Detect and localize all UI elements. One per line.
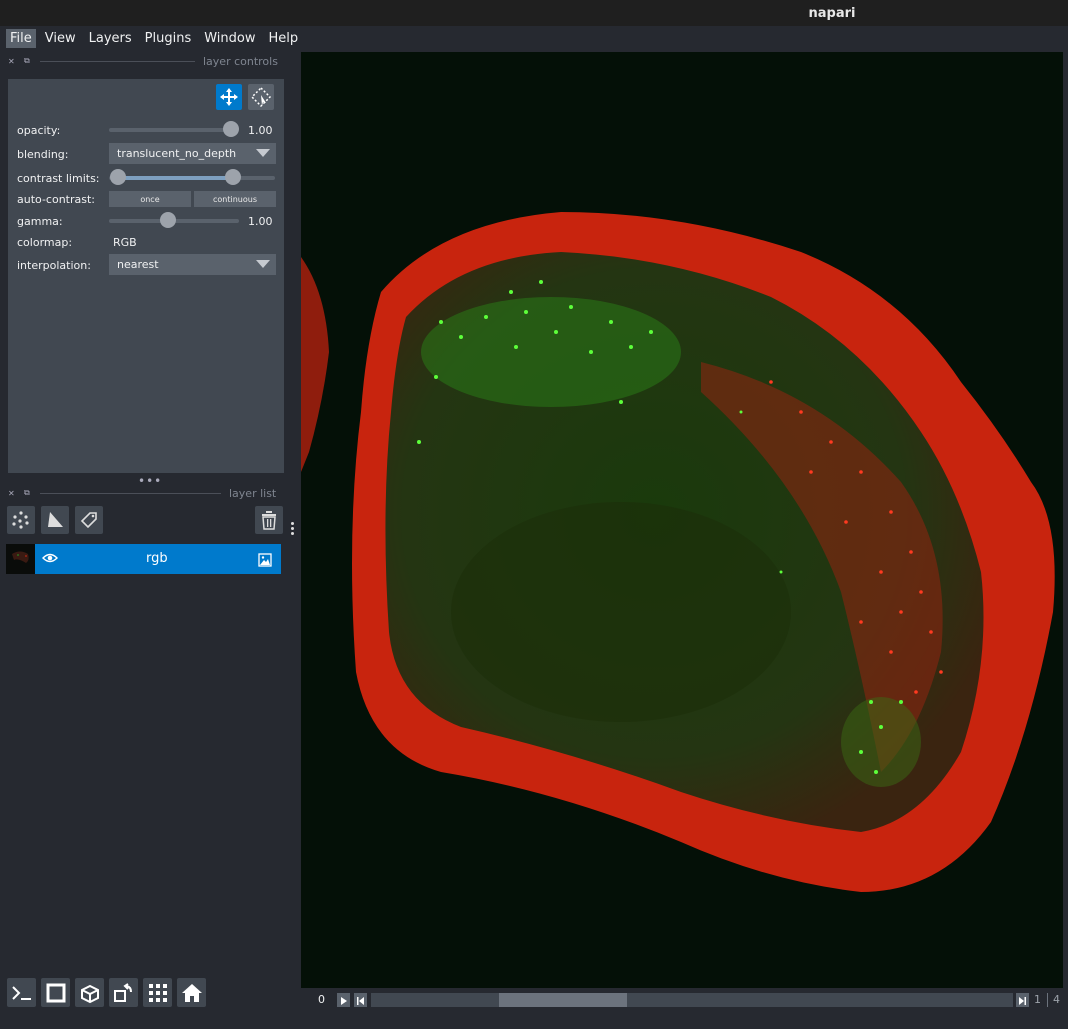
terminal-icon — [11, 985, 31, 1000]
auto-contrast-continuous-button[interactable]: continuous — [194, 191, 276, 207]
microscopy-image — [301, 52, 1063, 988]
menu-help[interactable]: Help — [265, 29, 303, 48]
first-frame-button[interactable] — [354, 993, 367, 1007]
skip-back-icon — [357, 997, 364, 1005]
shapes-icon — [48, 512, 63, 527]
menu-view[interactable]: View — [41, 29, 80, 48]
dims-slider-bar: 0 1 4 — [301, 990, 1063, 1010]
header-divider — [40, 60, 195, 62]
total-frames-label: 4 — [1053, 993, 1060, 1006]
layer-name[interactable]: rgb — [146, 551, 168, 566]
float-dock-icon[interactable]: ⧉ — [24, 488, 34, 498]
window-title: napari — [808, 5, 856, 21]
layer-item-rgb[interactable]: rgb — [6, 544, 281, 574]
panel-resize-handle[interactable] — [291, 522, 295, 537]
layer-controls-panel: opacity: 1.00 blending: translucent_no_d… — [8, 79, 284, 473]
play-button[interactable] — [337, 993, 350, 1007]
blending-label: blending: — [17, 148, 69, 161]
skip-forward-icon — [1019, 997, 1026, 1005]
transpose-icon — [113, 982, 132, 1002]
contrast-limits-range — [117, 176, 233, 180]
contrast-max-handle[interactable] — [225, 169, 241, 185]
home-button[interactable] — [177, 978, 206, 1007]
label-tag-icon — [80, 512, 97, 529]
new-points-layer-button[interactable] — [7, 506, 35, 534]
interpolation-dropdown[interactable]: nearest — [109, 254, 276, 275]
blending-dropdown[interactable]: translucent_no_depth — [109, 143, 276, 164]
new-labels-layer-button[interactable] — [75, 506, 103, 534]
gamma-value: 1.00 — [248, 215, 273, 228]
current-frame-label: 1 — [1034, 993, 1041, 1006]
points-icon — [12, 511, 29, 529]
last-frame-button[interactable] — [1016, 993, 1029, 1007]
opacity-slider-handle[interactable] — [223, 121, 239, 137]
move-arrows-icon — [220, 88, 238, 106]
layer-list-header: ✕ ⧉ layer list — [8, 486, 276, 500]
cube-rotate-icon — [80, 984, 99, 1003]
console-button[interactable] — [7, 978, 36, 1007]
dropdown-arrow-icon — [256, 260, 270, 268]
dropdown-arrow-icon — [256, 149, 270, 157]
opacity-slider[interactable] — [109, 128, 237, 132]
layer-list-title: layer list — [229, 486, 277, 500]
title-bar: napari — [0, 0, 1068, 26]
new-shapes-layer-button[interactable] — [41, 506, 69, 534]
ndisplay-button[interactable] — [41, 978, 70, 1007]
interpolation-value: nearest — [117, 258, 159, 271]
opacity-label: opacity: — [17, 124, 61, 137]
transpose-button[interactable] — [109, 978, 138, 1007]
delete-layer-button[interactable] — [255, 506, 283, 534]
close-dock-icon[interactable]: ✕ — [8, 489, 18, 498]
grid-icon — [148, 983, 167, 1002]
menu-file[interactable]: File — [6, 28, 36, 48]
layer-controls-title: layer controls — [203, 54, 278, 68]
menu-layers[interactable]: Layers — [85, 29, 136, 48]
gamma-slider-handle[interactable] — [160, 212, 176, 228]
interpolation-label: interpolation: — [17, 259, 91, 272]
menu-bar: File View Layers Plugins Window Help — [0, 26, 1068, 50]
blending-value: translucent_no_depth — [117, 147, 237, 160]
pan-zoom-button[interactable] — [216, 84, 242, 110]
layer-thumbnail — [6, 544, 35, 574]
play-icon — [341, 997, 347, 1005]
menu-plugins[interactable]: Plugins — [141, 29, 196, 48]
thumbnail-image — [12, 551, 29, 563]
layer-controls-header: ✕ ⧉ layer controls — [8, 54, 278, 68]
dims-slider-thumb[interactable] — [499, 993, 627, 1007]
select-transform-icon — [250, 86, 272, 108]
auto-contrast-label: auto-contrast: — [17, 193, 96, 206]
colormap-value: RGB — [113, 236, 137, 249]
opacity-value: 1.00 — [248, 124, 273, 137]
trash-icon — [262, 511, 276, 530]
axis-index-label: 0 — [318, 993, 325, 1006]
contrast-min-handle[interactable] — [110, 169, 126, 185]
dims-slider-track[interactable] — [371, 993, 1013, 1007]
float-dock-icon[interactable]: ⧉ — [24, 56, 34, 66]
frame-separator — [1047, 993, 1048, 1007]
square-2d-icon — [46, 983, 65, 1002]
header-divider — [40, 492, 221, 494]
menu-window[interactable]: Window — [200, 29, 259, 48]
contrast-limits-label: contrast limits: — [17, 172, 100, 185]
image-layer-icon — [258, 552, 272, 571]
close-dock-icon[interactable]: ✕ — [8, 57, 18, 66]
viewer-canvas[interactable] — [301, 52, 1063, 988]
home-icon — [181, 983, 202, 1002]
auto-contrast-once-button[interactable]: once — [109, 191, 191, 207]
grid-view-button[interactable] — [143, 978, 172, 1007]
colormap-label: colormap: — [17, 236, 73, 249]
transform-button[interactable] — [248, 84, 274, 110]
roll-dimensions-button[interactable] — [75, 978, 104, 1007]
visibility-eye-icon[interactable] — [42, 550, 58, 570]
gamma-label: gamma: — [17, 215, 63, 228]
